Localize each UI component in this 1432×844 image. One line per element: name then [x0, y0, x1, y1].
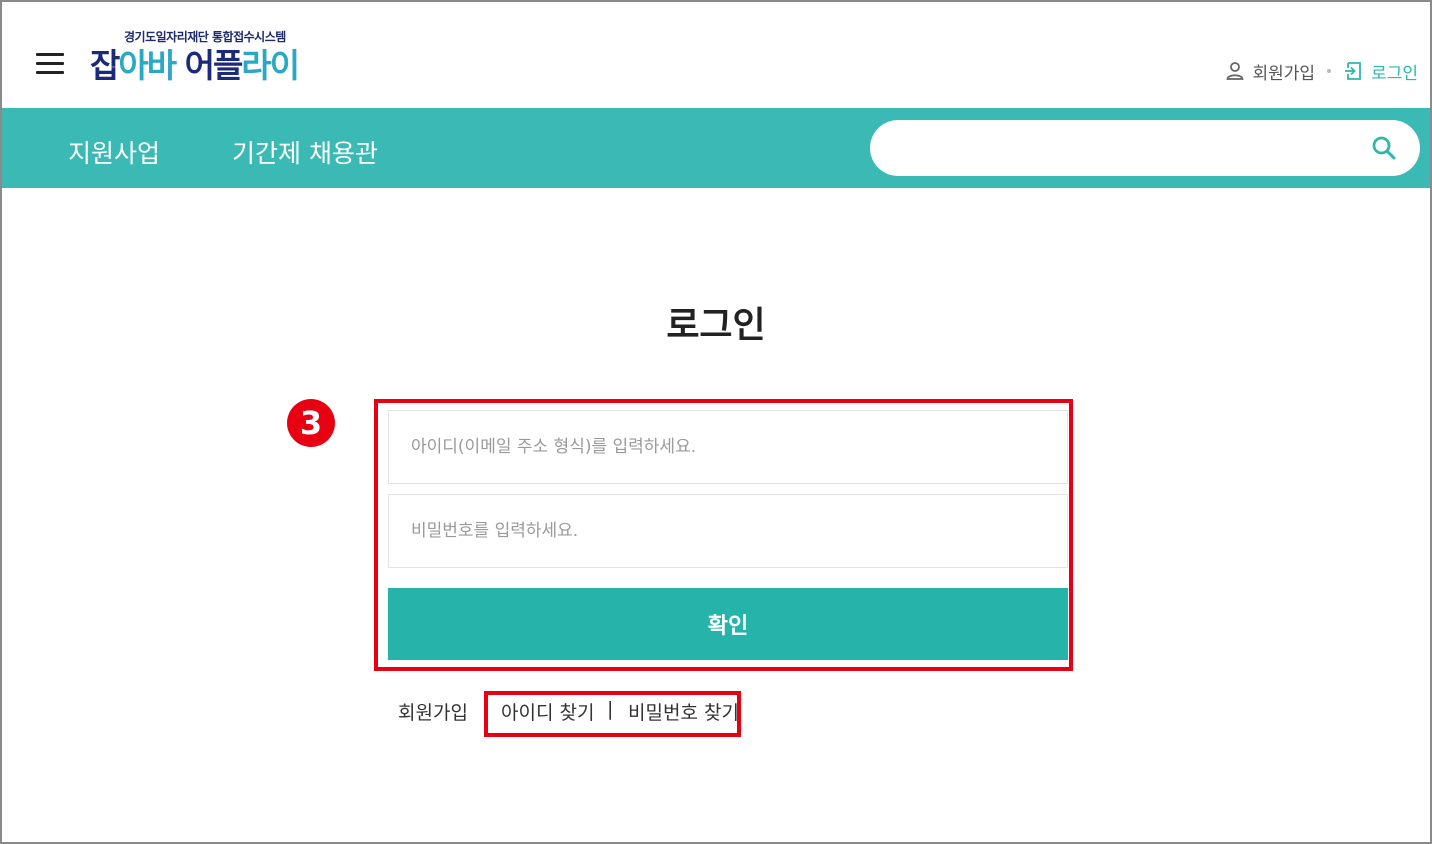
header-join-link[interactable]: 회원가입: [1225, 59, 1316, 84]
hamburger-menu-icon[interactable]: [36, 53, 64, 75]
page-title: 로그인: [666, 305, 766, 346]
user-icon: [1226, 62, 1244, 80]
separator-dot: [1327, 69, 1332, 73]
logo-title-part: 플: [212, 46, 243, 85]
site-header: 경기도일자리재단 통합접수시스템 잡아바 어플라이 회원가입 로그인: [2, 2, 1430, 108]
nav-item-fixed-term-jobs[interactable]: 기간제 채용관: [232, 134, 378, 170]
highlight-box-find-links: [484, 691, 741, 737]
login-icon: [1345, 62, 1361, 80]
password-field: [388, 494, 1068, 568]
logo-title-part: 잡: [90, 46, 120, 85]
search-icon[interactable]: [1370, 134, 1398, 162]
header-join-label: 회원가입: [1252, 63, 1316, 84]
id-field: [388, 410, 1068, 484]
header-login-link[interactable]: 로그인: [1343, 59, 1418, 84]
search-input[interactable]: [894, 130, 1354, 166]
nav-item-support-projects[interactable]: 지원사업: [68, 134, 160, 170]
browser-frame: 경기도일자리재단 통합접수시스템 잡아바 어플라이 회원가입 로그인 지원사업 …: [0, 0, 1432, 844]
join-link[interactable]: 회원가입: [398, 698, 468, 725]
logo-title-part: 아바: [118, 46, 177, 85]
main-navigation: 지원사업 기간제 채용관: [2, 108, 1430, 188]
site-logo[interactable]: 경기도일자리재단 통합접수시스템 잡아바 어플라이: [90, 28, 340, 92]
logo-title-part: 어: [175, 46, 215, 85]
step-badge: 3: [287, 399, 335, 447]
logo-subtitle: 경기도일자리재단 통합접수시스템: [124, 30, 286, 44]
password-input[interactable]: [411, 495, 1041, 567]
confirm-button[interactable]: 확인: [388, 588, 1068, 660]
utility-menu: 회원가입 로그인: [1225, 58, 1418, 84]
id-input[interactable]: [411, 411, 1041, 483]
header-login-label: 로그인: [1371, 63, 1418, 84]
search-box: [870, 120, 1420, 176]
logo-title: 잡아바 어플라이: [90, 46, 300, 86]
logo-title-part: 라이: [241, 46, 300, 85]
